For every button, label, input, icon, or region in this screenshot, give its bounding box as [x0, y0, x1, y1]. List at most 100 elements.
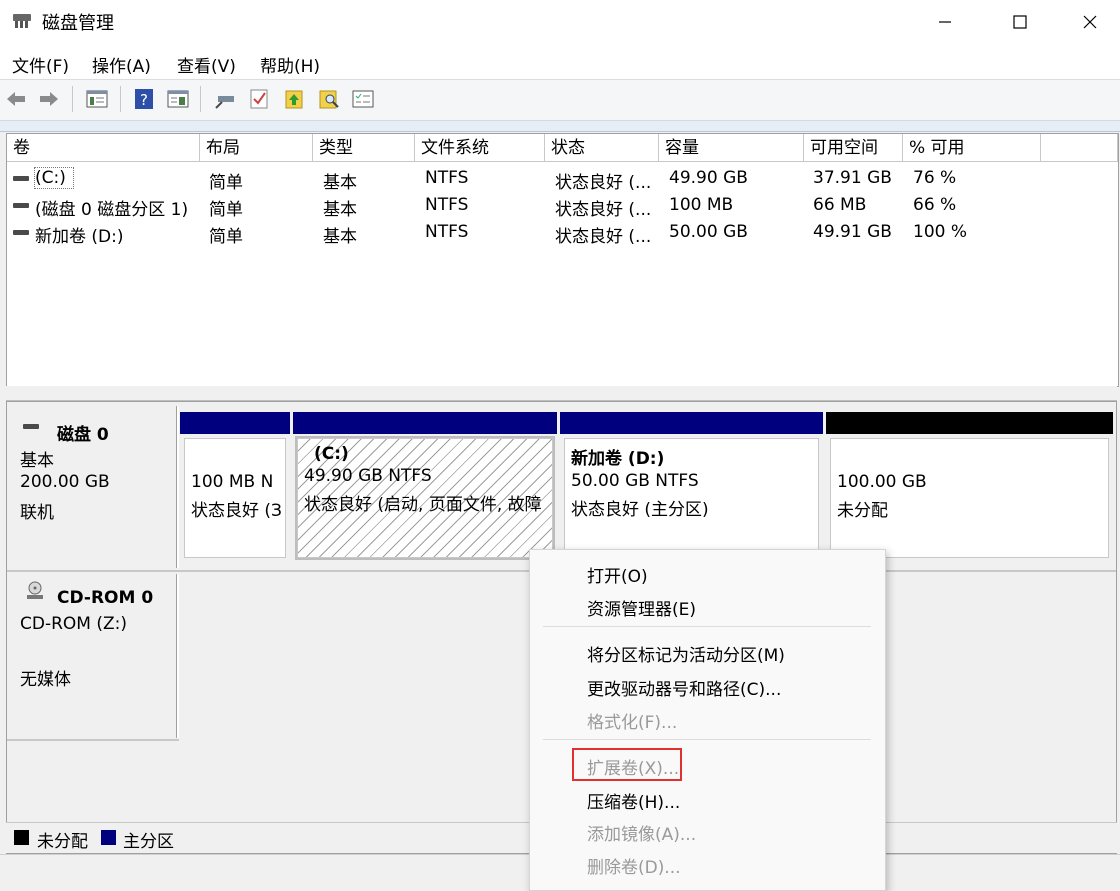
partition-name: (C:)	[314, 444, 349, 464]
cdrom-icon	[27, 581, 43, 599]
layout-cell: 简单	[209, 227, 243, 247]
cdrom-name: CD-ROM 0	[57, 588, 154, 608]
legend-swatch-unallocated	[14, 830, 29, 845]
partition-size: 50.00 GB NTFS	[571, 471, 699, 491]
menu-format[interactable]: 格式化(F)...	[587, 708, 677, 733]
list-settings-icon[interactable]	[352, 88, 374, 110]
back-arrow-icon[interactable]	[5, 88, 27, 110]
col-volume[interactable]: 卷	[7, 134, 200, 162]
disk-icon	[23, 424, 39, 429]
menu-open[interactable]: 打开(O)	[587, 562, 648, 587]
partition-size: 49.90 GB NTFS	[304, 466, 432, 486]
drive-icon	[13, 203, 29, 208]
capacity-cell: 100 MB	[669, 195, 734, 215]
partition-status: 状态良好 (启动, 页面文件, 故障	[304, 495, 542, 515]
connect-icon[interactable]	[214, 88, 236, 110]
partition-c[interactable]: (C:) 49.90 GB NTFS 状态良好 (启动, 页面文件, 故障	[293, 412, 557, 562]
minimize-icon	[939, 21, 951, 23]
help-icon[interactable]: ?	[133, 88, 155, 110]
menu-add-mirror[interactable]: 添加镜像(A)...	[587, 820, 696, 845]
menu-change-drive-letter[interactable]: 更改驱动器号和路径(C)...	[587, 675, 781, 700]
col-percent-free[interactable]: % 可用	[903, 134, 1041, 162]
capacity-cell: 49.90 GB	[669, 168, 748, 188]
context-menu: 打开(O) 资源管理器(E) 将分区标记为活动分区(M) 更改驱动器号和路径(C…	[529, 549, 886, 891]
partition-size: 100.00 GB	[837, 472, 927, 492]
percent-free-cell: 100 %	[913, 222, 968, 242]
status-cell: 状态良好 (...	[555, 227, 652, 247]
percent-free-cell: 66 %	[913, 195, 957, 215]
maximize-icon	[1013, 15, 1027, 29]
partition-unallocated[interactable]: 100.00 GB 未分配	[826, 412, 1113, 562]
pane-splitter[interactable]	[6, 386, 1117, 401]
table-row[interactable]: (磁盘 0 磁盘分区 1) 简单 基本 NTFS 状态良好 (... 100 M…	[7, 192, 1118, 220]
layout-cell: 简单	[209, 173, 243, 193]
minimize-button[interactable]	[910, 0, 980, 44]
menu-help[interactable]: 帮助(H)	[260, 52, 320, 77]
type-cell: 基本	[323, 173, 357, 193]
partition-d[interactable]: 新加卷 (D:) 50.00 GB NTFS 状态良好 (主分区)	[560, 412, 823, 562]
partition-size: 100 MB N	[191, 472, 274, 492]
menu-file[interactable]: 文件(F)	[12, 52, 69, 77]
volume-name: 新加卷 (D:)	[35, 227, 124, 247]
properties-view-icon[interactable]	[167, 88, 189, 110]
percent-free-cell: 76 %	[913, 168, 957, 188]
menu-view[interactable]: 查看(V)	[177, 52, 236, 77]
drive-icon	[13, 176, 29, 181]
partition-status: 未分配	[837, 501, 888, 521]
menu-bar: 文件(F) 操作(A) 查看(V) 帮助(H)	[0, 44, 1120, 80]
menu-delete-volume[interactable]: 删除卷(D)...	[587, 853, 681, 878]
close-icon	[1083, 15, 1097, 29]
table-row[interactable]: 新加卷 (D:) 简单 基本 NTFS 状态良好 (... 50.00 GB 4…	[7, 219, 1118, 247]
title-bar: 磁盘管理	[0, 0, 1120, 44]
maximize-button[interactable]	[985, 0, 1055, 44]
col-filesystem[interactable]: 文件系统	[415, 134, 545, 162]
col-empty	[1041, 134, 1118, 162]
layout-cell: 简单	[209, 200, 243, 220]
status-cell: 状态良好 (...	[555, 200, 652, 220]
type-cell: 基本	[323, 200, 357, 220]
disk-size: 200.00 GB	[20, 472, 110, 492]
table-row[interactable]: (C:) 简单 基本 NTFS 状态良好 (... 49.90 GB 37.91…	[7, 165, 1118, 193]
menu-explorer[interactable]: 资源管理器(E)	[587, 595, 696, 620]
disk0-partitions: 100 MB N 状态良好 (З (C:) 49.90 GB NTFS 状态良好…	[180, 406, 1114, 568]
window-title: 磁盘管理	[42, 13, 114, 34]
find-icon[interactable]	[318, 88, 340, 110]
export-icon[interactable]	[283, 88, 305, 110]
free-space-cell: 49.91 GB	[813, 222, 892, 242]
col-type[interactable]: 类型	[313, 134, 415, 162]
free-space-cell: 66 MB	[813, 195, 867, 215]
volume-list[interactable]: 卷 布局 类型 文件系统 状态 容量 可用空间 % 可用 (C:) 简单 基本 …	[6, 133, 1119, 387]
check-icon[interactable]	[248, 88, 270, 110]
forward-arrow-icon[interactable]	[38, 88, 60, 110]
menu-shrink-volume[interactable]: 压缩卷(H)...	[587, 788, 680, 813]
capacity-cell: 50.00 GB	[669, 222, 748, 242]
disk-name: 磁盘 0	[57, 425, 109, 445]
legend-label-primary: 主分区	[123, 832, 174, 852]
status-cell: 状态良好 (...	[555, 173, 652, 193]
type-cell: 基本	[323, 227, 357, 247]
cdrom-media: 无媒体	[20, 670, 71, 690]
legend-swatch-primary	[101, 830, 116, 845]
volume-name: (C:)	[34, 167, 74, 189]
partition-name: 新加卷 (D:)	[571, 449, 665, 469]
menu-action[interactable]: 操作(A)	[92, 52, 151, 77]
drive-icon	[13, 230, 29, 235]
col-capacity[interactable]: 容量	[659, 134, 804, 162]
disk0-label[interactable]: 磁盘 0 基本 200.00 GB 联机	[7, 406, 179, 568]
highlight-box	[572, 748, 682, 781]
close-button[interactable]	[1055, 0, 1120, 44]
disk-management-icon	[13, 14, 31, 28]
volume-name: (磁盘 0 磁盘分区 1)	[35, 200, 189, 220]
cdrom-drive: CD-ROM (Z:)	[20, 614, 127, 634]
svg-text:?: ?	[140, 91, 148, 109]
menu-mark-active[interactable]: 将分区标记为活动分区(M)	[587, 641, 785, 666]
console-tree-icon[interactable]	[86, 88, 108, 110]
col-free-space[interactable]: 可用空间	[804, 134, 903, 162]
header-strip	[0, 121, 1120, 132]
filesystem-cell: NTFS	[425, 168, 469, 188]
disk-status: 联机	[20, 503, 54, 523]
partition-system[interactable]: 100 MB N 状态良好 (З	[180, 412, 290, 562]
cdrom0-label[interactable]: CD-ROM 0 CD-ROM (Z:) 无媒体	[7, 574, 179, 738]
col-layout[interactable]: 布局	[200, 134, 313, 162]
col-status[interactable]: 状态	[545, 134, 659, 162]
